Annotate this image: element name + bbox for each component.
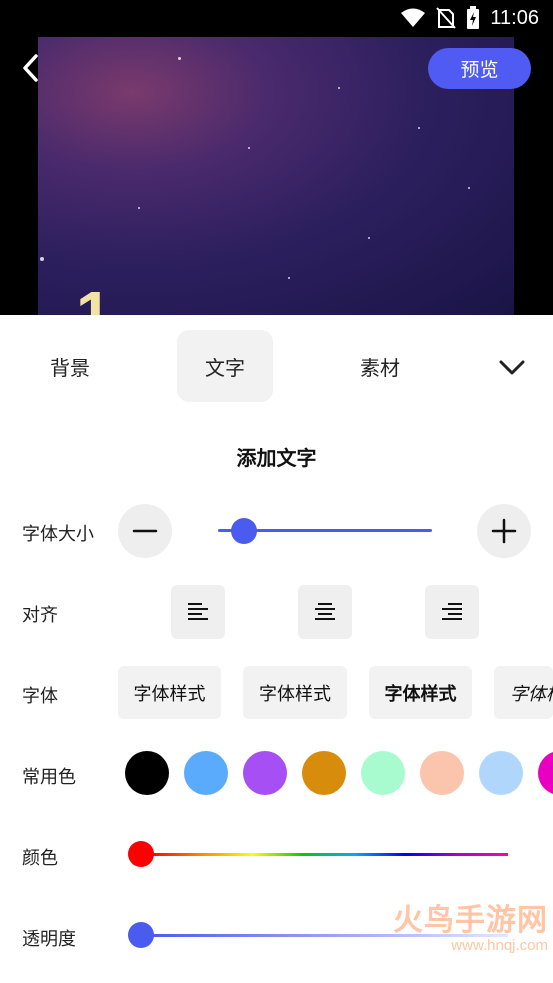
align-left-icon [188,603,208,620]
font-size-thumb[interactable] [230,518,257,544]
color-swatch-black[interactable] [125,751,169,795]
hue-slider-thumb[interactable] [128,841,154,867]
increase-size-button[interactable] [477,504,531,558]
chevron-left-icon [23,54,38,82]
chevron-down-icon[interactable] [497,352,527,382]
tab-text[interactable]: 文字 [177,330,273,402]
align-center-icon [315,603,335,620]
preview-button[interactable]: 预览 [428,48,531,89]
section-title: 添加文字 [236,446,317,470]
font-style-option[interactable]: 字体样 [494,666,553,719]
wifi-icon [401,8,426,27]
tab-background[interactable]: 背景 [22,330,118,402]
font-label: 字体 [22,686,58,707]
watermark: 火鸟手游网 www.hnqj.com [372,895,548,954]
watermark-url: www.hnqj.com [451,937,548,954]
common-colors-label: 常用色 [22,767,76,788]
color-swatch-mint[interactable] [361,751,405,795]
hue-slider-track[interactable] [150,853,508,856]
opacity-slider-thumb[interactable] [128,922,154,948]
plus-icon [491,518,517,544]
color-swatch-orange[interactable] [302,751,346,795]
preview-text[interactable]: 1 [76,277,112,315]
font-style-option[interactable]: 字体样式 [369,666,472,719]
edit-panel: 背景 文字 素材 添加文字 字体大小 对齐 字体 字体样式 字体样式 字体样式 … [0,315,553,983]
align-left-button[interactable] [171,585,225,639]
no-sim-icon [436,7,457,29]
color-label: 颜色 [22,848,58,869]
tab-bar: 背景 文字 素材 [0,330,553,402]
opacity-label: 透明度 [22,929,76,950]
screen: 11:06 1 预览 背景 文字 素材 添加文字 字体大小 对齐 字体 字体样式… [0,0,553,983]
font-style-option[interactable]: 字体样式 [243,666,347,719]
font-style-option[interactable]: 字体样式 [118,666,221,719]
color-swatch-peach[interactable] [420,751,464,795]
align-right-icon [442,603,462,620]
alignment-label: 对齐 [22,605,58,626]
battery-charging-icon [467,6,480,29]
color-swatch-magenta[interactable] [538,751,553,795]
color-swatch-blue[interactable] [184,751,228,795]
color-swatch-light-blue[interactable] [479,751,523,795]
back-button[interactable] [14,50,46,86]
color-swatch-purple[interactable] [243,751,287,795]
align-center-button[interactable] [298,585,352,639]
status-time: 11:06 [490,6,539,29]
decrease-size-button[interactable] [118,504,172,558]
status-bar: 11:06 [0,0,553,36]
align-right-button[interactable] [425,585,479,639]
font-size-label: 字体大小 [22,524,94,545]
minus-icon [132,529,158,533]
tab-material[interactable]: 素材 [332,330,428,402]
watermark-text: 火鸟手游网 [393,904,548,937]
